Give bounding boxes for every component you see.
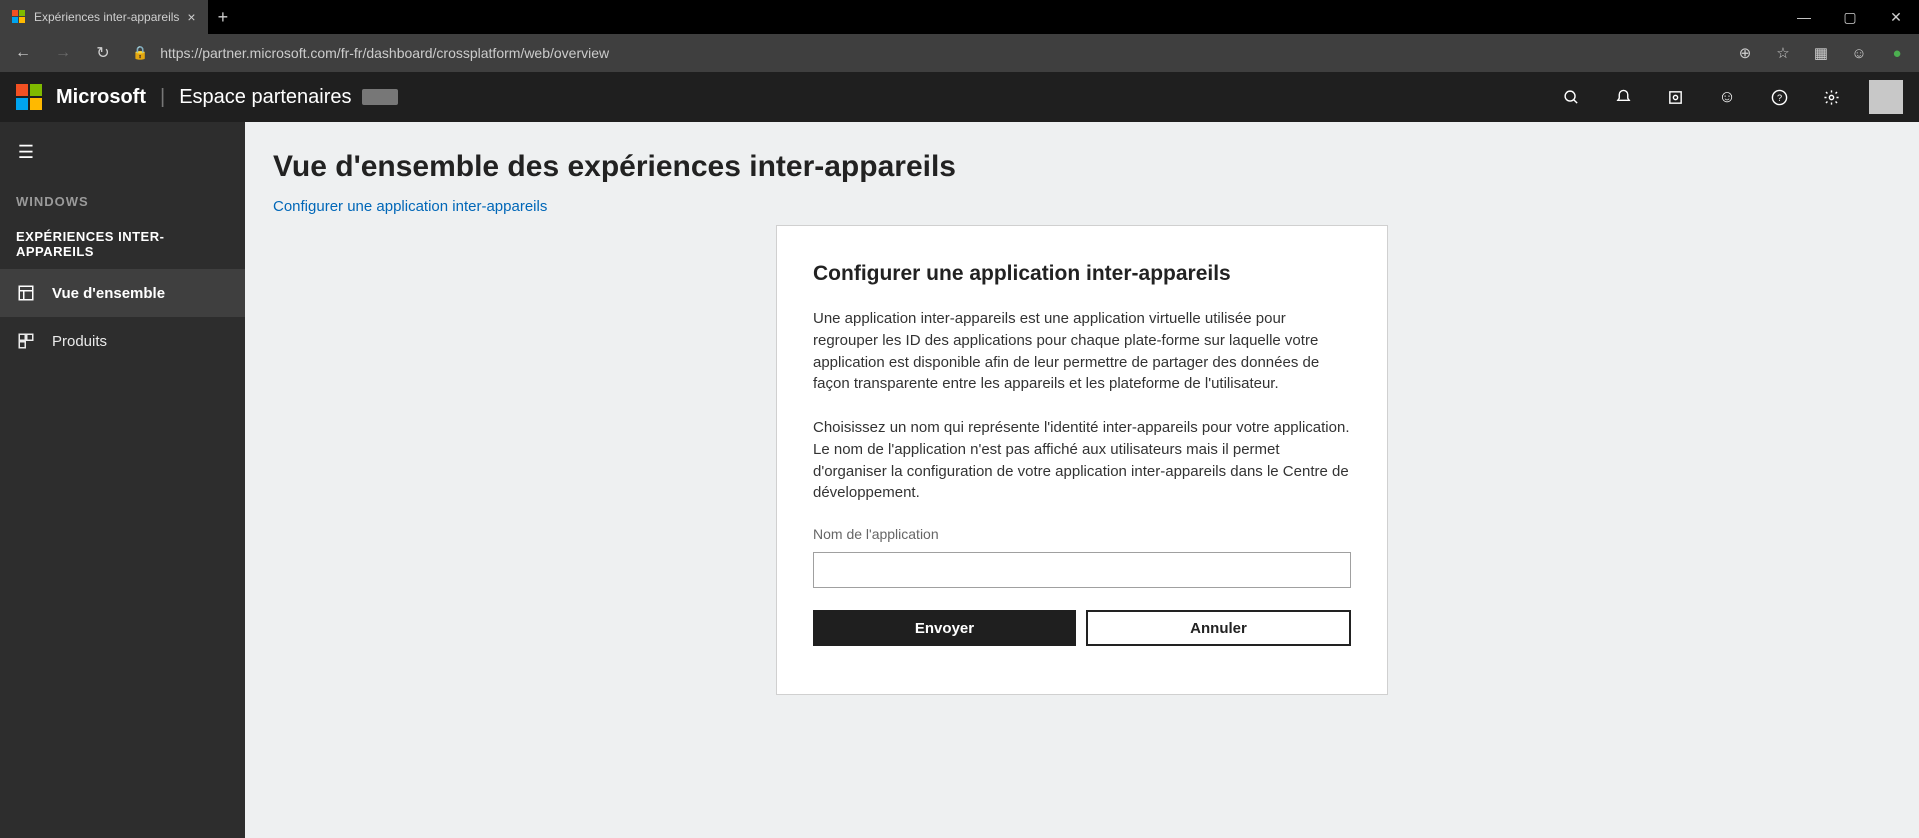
close-window-icon[interactable]: ✕ xyxy=(1873,0,1919,34)
microsoft-logo-icon xyxy=(16,84,42,110)
settings-icon[interactable] xyxy=(1811,77,1851,117)
header-actions: ☺ ? xyxy=(1551,77,1903,117)
header-divider: | xyxy=(160,86,165,109)
tab-title: Expériences inter-appareils xyxy=(34,10,179,24)
notifications-icon[interactable] xyxy=(1603,77,1643,117)
workspace: ☰ WINDOWS EXPÉRIENCES INTER-APPAREILS Vu… xyxy=(0,122,1919,838)
browser-tab[interactable]: Expériences inter-appareils × xyxy=(0,0,208,34)
app-name-label: Nom de l'application xyxy=(813,526,1351,542)
avatar[interactable] xyxy=(1869,80,1903,114)
lock-icon: 🔒 xyxy=(126,45,154,61)
zoom-icon[interactable]: ⊕ xyxy=(1729,37,1761,69)
refresh-icon[interactable]: ↻ xyxy=(86,36,120,70)
dialog-paragraph-1: Une application inter-appareils est une … xyxy=(813,308,1351,395)
sidebar: ☰ WINDOWS EXPÉRIENCES INTER-APPAREILS Vu… xyxy=(0,122,245,838)
dialog-button-row: Envoyer Annuler xyxy=(813,610,1351,646)
sidebar-item-label: Vue d'ensemble xyxy=(52,285,165,302)
browser-chrome: Expériences inter-appareils × + — ▢ ✕ ← … xyxy=(0,0,1919,72)
page-title: Vue d'ensemble des expériences inter-app… xyxy=(273,150,1891,184)
dialog-paragraph-2: Choisissez un nom qui représente l'ident… xyxy=(813,417,1351,504)
content-area: Vue d'ensemble des expériences inter-app… xyxy=(245,122,1919,838)
sidebar-item-overview[interactable]: Vue d'ensemble xyxy=(0,269,245,317)
brand-text: Microsoft xyxy=(56,86,146,109)
dialog-title: Configurer une application inter-apparei… xyxy=(813,262,1351,286)
tab-favicon-icon xyxy=(12,10,26,24)
configure-app-link[interactable]: Configurer une application inter-apparei… xyxy=(273,198,547,215)
app-name-input[interactable] xyxy=(813,552,1351,588)
address-bar: ← → ↻ 🔒 https://partner.microsoft.com/fr… xyxy=(0,34,1919,72)
address-bar-right: ⊕ ☆ ▦ ☺ ● xyxy=(1729,37,1913,69)
collections-icon[interactable]: ▦ xyxy=(1805,37,1837,69)
forward-icon[interactable]: → xyxy=(46,36,80,70)
window-controls: — ▢ ✕ xyxy=(1781,0,1919,34)
face-icon[interactable]: ☺ xyxy=(1843,37,1875,69)
close-tab-icon[interactable]: × xyxy=(187,10,195,24)
cancel-button[interactable]: Annuler xyxy=(1086,610,1351,646)
products-icon xyxy=(16,331,36,351)
extension-icon[interactable]: ● xyxy=(1881,37,1913,69)
sidebar-item-products[interactable]: Produits xyxy=(0,317,245,365)
help-icon[interactable]: ? xyxy=(1759,77,1799,117)
status-badge xyxy=(362,89,398,105)
search-icon[interactable] xyxy=(1551,77,1591,117)
app-header: Microsoft | Espace partenaires ☺ ? xyxy=(0,72,1919,122)
url-text[interactable]: https://partner.microsoft.com/fr-fr/dash… xyxy=(160,45,1723,61)
sidebar-item-label: Produits xyxy=(52,333,107,350)
feedback-icon[interactable]: ☺ xyxy=(1707,77,1747,117)
svg-text:?: ? xyxy=(1776,93,1781,103)
new-tab-button[interactable]: + xyxy=(208,7,239,28)
hamburger-icon[interactable]: ☰ xyxy=(6,132,46,172)
minimize-icon[interactable]: — xyxy=(1781,0,1827,34)
maximize-icon[interactable]: ▢ xyxy=(1827,0,1873,34)
sidebar-section: EXPÉRIENCES INTER-APPAREILS xyxy=(0,219,245,269)
workspaces-icon[interactable] xyxy=(1655,77,1695,117)
configure-dialog: Configurer une application inter-apparei… xyxy=(776,225,1388,695)
submit-button[interactable]: Envoyer xyxy=(813,610,1076,646)
tab-bar: Expériences inter-appareils × + — ▢ ✕ xyxy=(0,0,1919,34)
portal-name: Espace partenaires xyxy=(179,86,351,109)
sidebar-category: WINDOWS xyxy=(0,184,245,219)
back-icon[interactable]: ← xyxy=(6,36,40,70)
favorite-icon[interactable]: ☆ xyxy=(1767,37,1799,69)
overview-icon xyxy=(16,283,36,303)
